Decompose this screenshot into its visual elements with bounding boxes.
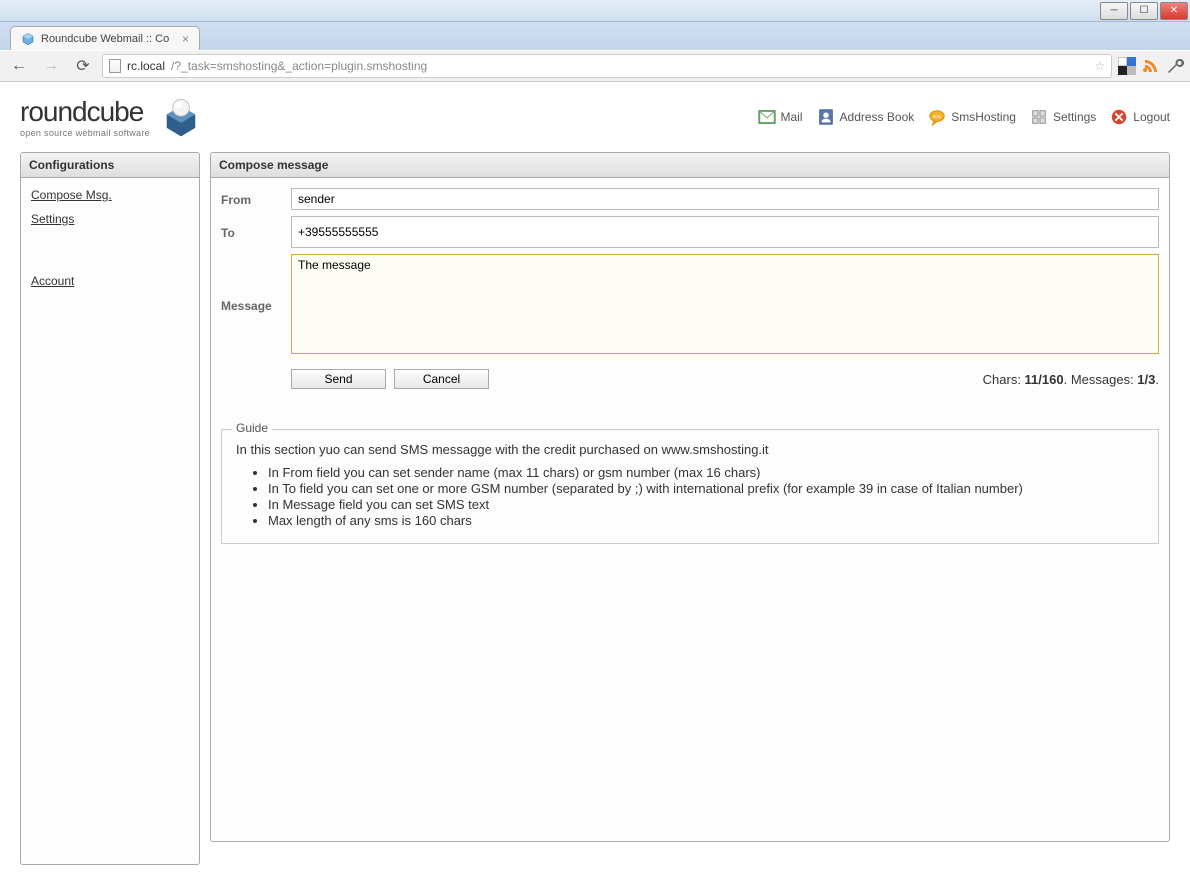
from-label: From [221,188,291,207]
guide-legend: Guide [232,421,272,435]
browser-tab-strip: Roundcube Webmail :: Co × [0,22,1190,50]
guide-item: In Message field you can set SMS text [268,497,1144,512]
logo-tagline: open source webmail software [20,128,150,138]
url-host: rc.local [127,59,165,73]
sidebar-link-account[interactable]: Account [31,274,189,288]
sidebar: Configurations Compose Msg. Settings Acc… [20,152,200,865]
content-panel: Compose message From To Message [210,152,1170,842]
forward-button[interactable]: → [38,53,64,79]
app-header: roundcube open source webmail software M… [0,82,1190,152]
guide-list: In From field you can set sender name (m… [268,465,1144,528]
guide-item: In From field you can set sender name (m… [268,465,1144,480]
task-smshosting[interactable]: sms SmsHosting [928,108,1016,126]
task-settings[interactable]: Settings [1030,108,1096,126]
cancel-button[interactable]: Cancel [394,369,489,389]
browser-tab-title: Roundcube Webmail :: Co [41,33,169,45]
os-window: ─ ☐ ✕ Roundcube Webmail :: Co × ← → ⟳ rc… [0,0,1190,885]
roundcube-favicon-icon [21,32,35,46]
message-textarea[interactable] [291,254,1159,354]
char-counter: Chars: 11/160. Messages: 1/3. [983,372,1159,387]
task-addressbook[interactable]: Address Book [817,108,915,126]
sidebar-title: Configurations [21,153,199,178]
browser-extensions [1118,57,1184,75]
mail-icon [758,108,776,126]
wrench-icon[interactable] [1166,57,1184,75]
browser-toolbar: ← → ⟳ rc.local /?_task=smshosting&_action… [0,50,1190,82]
window-maximize-button[interactable]: ☐ [1130,2,1158,20]
addressbook-icon [817,108,835,126]
task-bar: Mail Address Book sms SmsHosting Setting… [758,108,1170,126]
sidebar-link-settings[interactable]: Settings [31,212,189,226]
content-title: Compose message [211,153,1169,178]
window-titlebar: ─ ☐ ✕ [0,0,1190,22]
message-label: Message [221,254,291,313]
guide-box: Guide In this section yuo can send SMS m… [221,429,1159,544]
roundcube-logo-icon [160,96,202,138]
logo-name: roundcube [20,96,150,128]
sms-icon: sms [928,108,946,126]
guide-intro: In this section yuo can send SMS messagg… [236,442,1144,457]
page-icon [109,59,121,73]
to-input[interactable] [291,216,1159,248]
guide-item: Max length of any sms is 160 chars [268,513,1144,528]
send-button[interactable]: Send [291,369,386,389]
compose-form: From To Message [211,178,1169,554]
app-logo: roundcube open source webmail software [20,96,202,138]
back-button[interactable]: ← [6,53,32,79]
window-minimize-button[interactable]: ─ [1100,2,1128,20]
main-layout: Configurations Compose Msg. Settings Acc… [0,152,1190,885]
url-path: /?_task=smshosting&_action=plugin.smshos… [171,59,427,73]
window-close-button[interactable]: ✕ [1160,2,1188,20]
settings-icon [1030,108,1048,126]
extension-delicious-icon[interactable] [1118,57,1136,75]
task-mail[interactable]: Mail [758,108,803,126]
reload-button[interactable]: ⟳ [70,53,96,79]
to-label: To [221,216,291,240]
roundcube-app: roundcube open source webmail software M… [0,82,1190,885]
tab-close-icon[interactable]: × [182,32,189,46]
bookmark-star-icon[interactable]: ☆ [1094,59,1105,73]
from-input[interactable] [291,188,1159,210]
address-bar[interactable]: rc.local /?_task=smshosting&_action=plugi… [102,54,1112,78]
guide-item: In To field you can set one or more GSM … [268,481,1144,496]
rss-icon[interactable] [1142,57,1160,75]
logout-icon [1110,108,1128,126]
browser-tab[interactable]: Roundcube Webmail :: Co × [10,26,200,50]
task-logout[interactable]: Logout [1110,108,1170,126]
sidebar-link-compose[interactable]: Compose Msg. [31,188,189,202]
svg-text:sms: sms [933,114,942,119]
